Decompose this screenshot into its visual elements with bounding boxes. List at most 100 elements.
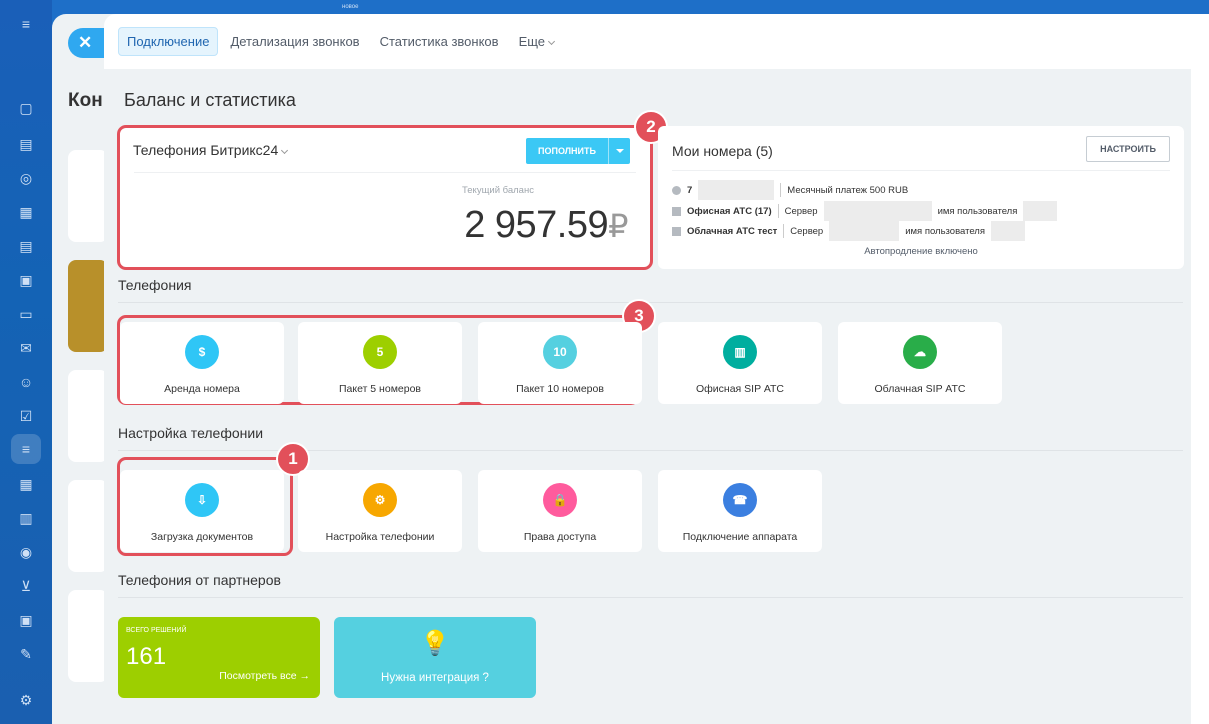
topup-dropdown[interactable] xyxy=(608,138,630,164)
balance-amount: 2 957.59₽ xyxy=(464,204,628,247)
scrollbar[interactable] xyxy=(1191,14,1209,724)
sites-icon[interactable]: ▣ xyxy=(16,610,36,630)
docs-icon[interactable]: ▤ xyxy=(16,236,36,256)
coin-icon xyxy=(672,185,681,195)
office-sip-icon: ▥ xyxy=(723,335,757,369)
hidden-user xyxy=(1023,201,1058,221)
balance-value: 2 957.59 xyxy=(464,204,609,246)
contacts-icon[interactable]: ☺ xyxy=(16,372,36,392)
need-integration-card[interactable]: 💡 Нужна интеграция ? xyxy=(334,617,536,698)
tile-label: Пакет 10 номеров xyxy=(516,383,604,395)
tab-more[interactable]: Еще xyxy=(511,28,562,55)
package-10-icon: 10 xyxy=(543,335,577,369)
divider xyxy=(134,172,636,173)
groups-icon[interactable]: ◎ xyxy=(16,168,36,188)
marketing-icon[interactable]: ◉ xyxy=(16,542,36,562)
store-icon[interactable]: ▥ xyxy=(16,508,36,528)
telephony-tile[interactable]: ☁ Облачная SIP АТС xyxy=(838,322,1002,404)
settings-tile[interactable]: 🔒 Права доступа xyxy=(478,470,642,552)
server-label: Сервер xyxy=(790,225,824,237)
tile-label: Права доступа xyxy=(523,531,597,543)
cart-icon[interactable]: ⊻ xyxy=(16,576,36,596)
currency-sign: ₽ xyxy=(608,208,628,244)
topup-button[interactable]: ПОПОЛНИТЬ xyxy=(526,138,630,164)
access-rights-icon: 🔒 xyxy=(543,483,577,517)
background-card xyxy=(68,260,108,352)
automation-icon[interactable]: ✎ xyxy=(16,644,36,664)
tab-call-details[interactable]: Детализация звонков xyxy=(222,28,367,55)
tasks-icon[interactable]: ☑ xyxy=(16,406,36,426)
tab-connection[interactable]: Подключение xyxy=(118,27,219,56)
document-upload-icon: ⇩ xyxy=(185,483,219,517)
background-card xyxy=(68,480,108,572)
tile-label: Загрузка документов xyxy=(150,531,254,543)
user-label: имя пользователя xyxy=(905,225,985,237)
boards-icon[interactable]: ▣ xyxy=(16,270,36,290)
tile-label: Облачная SIP АТС xyxy=(874,383,966,395)
drive-icon[interactable]: ▭ xyxy=(16,304,36,324)
hidden-server xyxy=(829,221,900,241)
number-prefix: 7 xyxy=(687,184,693,196)
provider-name: Телефония Битрикс24 xyxy=(133,142,279,158)
divider xyxy=(672,170,1170,171)
settings-tile[interactable]: ⇩ Загрузка документов xyxy=(120,470,284,552)
crm-icon[interactable]: ≡ xyxy=(11,434,41,464)
numbers-title: Мои номера (5) xyxy=(672,143,773,159)
separator xyxy=(783,224,785,238)
integration-label: Нужна интеграция ? xyxy=(381,672,489,684)
chevron-down-icon xyxy=(281,146,289,155)
feed-icon[interactable]: ▤ xyxy=(16,134,36,154)
device-connect-icon: ☎ xyxy=(723,483,757,517)
pbx-icon xyxy=(672,226,681,236)
mail-icon[interactable]: ✉ xyxy=(16,338,36,358)
my-numbers-card: Мои номера (5) НАСТРОИТЬ 7 Месячный плат… xyxy=(658,126,1184,269)
tab-more-label: Еще xyxy=(518,34,546,49)
section-partners: Телефония от партнеров xyxy=(118,572,281,588)
caret-down-icon xyxy=(615,149,624,153)
calendar-icon[interactable]: ▦ xyxy=(16,202,36,222)
telephony-tile[interactable]: ▥ Офисная SIP АТС xyxy=(658,322,822,404)
user-label: имя пользователя xyxy=(937,205,1018,217)
telephony-tile[interactable]: 5 Пакет 5 номеров xyxy=(298,322,462,404)
number-row-2: Офисная АТС (17) Сервер имя пользователя xyxy=(672,201,1058,221)
close-icon: ✕ xyxy=(78,33,93,52)
topup-label: ПОПОЛНИТЬ xyxy=(538,146,596,156)
cloud-sip-icon: ☁ xyxy=(903,335,937,369)
section-settings: Настройка телефонии xyxy=(118,425,264,441)
separator xyxy=(777,204,779,218)
separator xyxy=(780,183,782,197)
pbx-name: Офисная АТС (17) xyxy=(687,205,772,217)
tile-label: Пакет 5 номеров xyxy=(338,383,422,395)
menu-icon[interactable]: ≡ xyxy=(16,14,36,34)
hidden-user xyxy=(990,221,1025,241)
tile-label: Аренда номера xyxy=(164,383,240,395)
top-badge: новое xyxy=(342,4,359,10)
chat-icon[interactable]: ▢ xyxy=(16,98,36,118)
tile-label: Офисная SIP АТС xyxy=(696,383,784,395)
autorenew-status: Автопродление включено xyxy=(864,246,978,257)
provider-selector[interactable]: Телефония Битрикс24 xyxy=(133,142,289,158)
balance-card: Телефония Битрикс24 ПОПОЛНИТЬ Текущий ба… xyxy=(117,125,653,270)
section-telephony: Телефония xyxy=(118,277,192,293)
package-5-icon: 5 xyxy=(363,335,397,369)
background-title: Кон xyxy=(68,90,103,111)
total-value: 161 xyxy=(126,643,167,670)
configure-button[interactable]: НАСТРОИТЬ xyxy=(1086,136,1170,162)
tab-call-stats[interactable]: Статистика звонков xyxy=(372,28,507,55)
left-rail: ≡ ▢ ▤ ◎ ▦ ▤ ▣ ▭ ✉ ☺ ☑ ≡ ▦ ▥ ◉ ⊻ ▣ ✎ ⚙ xyxy=(0,0,52,724)
tile-label: Подключение аппарата xyxy=(682,531,798,543)
settings-tile[interactable]: ⚙ Настройка телефонии xyxy=(298,470,462,552)
phone-rent-icon: $ xyxy=(185,335,219,369)
telephony-tile[interactable]: 10 Пакет 10 номеров xyxy=(478,322,642,404)
pbx-name: Облачная АТС тест xyxy=(687,225,778,237)
monthly-fee: Месячный платеж 500 RUB xyxy=(787,184,909,196)
balance-label: Текущий баланс xyxy=(462,185,534,196)
settings-rail-icon[interactable]: ⚙ xyxy=(16,690,36,710)
settings-tile[interactable]: ☎ Подключение аппарата xyxy=(658,470,822,552)
telephony-slider: Подключение Детализация звонков Статисти… xyxy=(104,14,1209,724)
telephony-tile[interactable]: $ Аренда номера xyxy=(120,322,284,404)
tab-bar: Подключение Детализация звонков Статисти… xyxy=(104,14,1209,69)
booking-icon[interactable]: ▦ xyxy=(16,474,36,494)
view-all-link[interactable]: Посмотреть все → xyxy=(219,670,310,682)
all-solutions-card[interactable]: ВСЕГО РЕШЕНИЙ 161 Посмотреть все → xyxy=(118,617,320,698)
